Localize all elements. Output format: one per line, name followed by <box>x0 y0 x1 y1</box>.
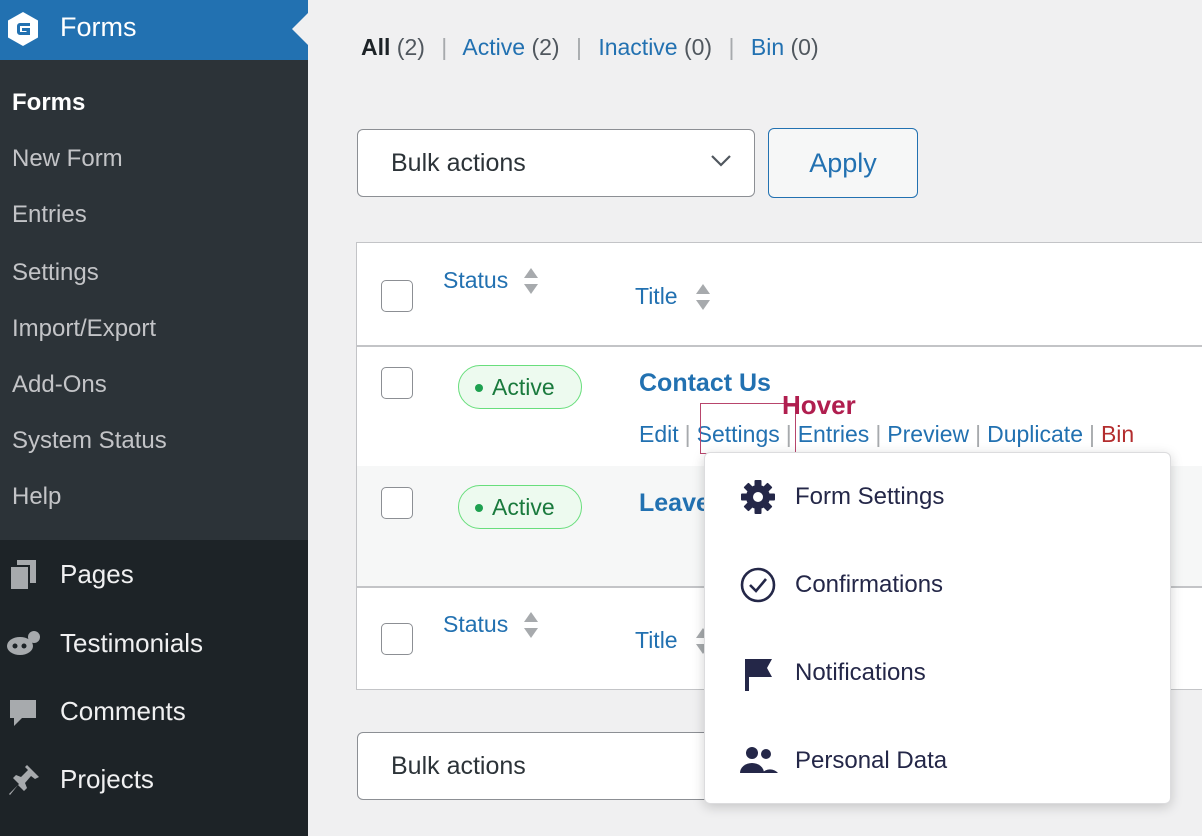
people-icon <box>740 747 778 773</box>
menu-item-form-settings[interactable]: Form Settings <box>705 453 1172 541</box>
sidebar-item-label: Projects <box>60 764 154 794</box>
filter-inactive[interactable]: Inactive <box>598 34 677 60</box>
bulk-actions-select-top[interactable]: Bulk actions <box>357 129 755 197</box>
preview-link[interactable]: Preview <box>887 421 969 447</box>
status-badge[interactable]: Active <box>458 485 582 529</box>
action-separator: | <box>1088 421 1095 447</box>
status-badge-label: Active <box>492 374 555 400</box>
flag-icon <box>745 659 772 691</box>
sidebar-item-label: Testimonials <box>60 628 204 658</box>
select-all-checkbox[interactable] <box>381 280 413 312</box>
sort-icon <box>524 268 538 294</box>
filter-count: (2) <box>531 34 560 60</box>
select-all-checkbox[interactable] <box>381 623 413 655</box>
menu-item-label: Form Settings <box>795 483 945 510</box>
status-dot <box>475 504 483 512</box>
column-footer-title[interactable]: Title <box>635 625 678 655</box>
sidebar-item-testimonials[interactable]: Testimonials <box>0 610 308 678</box>
sidebar-item-projects[interactable]: Projects <box>0 746 308 814</box>
status-badge-label: Active <box>492 494 555 520</box>
settings-dropdown-menu: Form Settings Confirmations Notification… <box>704 452 1171 804</box>
bulk-actions-select-bottom[interactable]: Bulk actions <box>357 732 755 800</box>
form-title-link[interactable]: Leave <box>639 488 710 518</box>
edit-link[interactable]: Edit <box>639 421 679 447</box>
submenu-item-settings[interactable]: Settings <box>12 258 99 288</box>
pages-icon <box>9 560 36 591</box>
column-header-title[interactable]: Title <box>635 281 678 311</box>
entries-link[interactable]: Entries <box>798 421 870 447</box>
action-separator: | <box>875 421 882 447</box>
sidebar-item-comments[interactable]: Comments <box>0 678 308 746</box>
sidebar-item-label: Pages <box>60 559 134 589</box>
sidebar-item-forms[interactable]: Forms <box>0 0 308 60</box>
row-checkbox[interactable] <box>381 487 413 519</box>
filter-active[interactable]: Active <box>462 34 525 60</box>
apply-button[interactable]: Apply <box>768 128 918 198</box>
bulk-actions-value: Bulk actions <box>391 149 526 177</box>
action-separator: | <box>975 421 982 447</box>
submenu-item-help[interactable]: Help <box>12 482 61 512</box>
pin-icon <box>9 765 39 795</box>
chevron-down-icon <box>711 155 731 167</box>
filter-bin[interactable]: Bin <box>751 34 784 60</box>
duplicate-link[interactable]: Duplicate <box>987 421 1083 447</box>
menu-item-confirmations[interactable]: Confirmations <box>705 541 1172 629</box>
filter-separator: | <box>441 34 448 60</box>
filter-separator: | <box>728 34 735 60</box>
forms-submenu: Forms New Form Entries Settings Import/E… <box>0 60 308 540</box>
sidebar-item-pages[interactable]: Pages <box>0 541 308 609</box>
gravity-forms-logo-icon <box>8 12 38 46</box>
hover-annotation-label: Hover <box>782 390 856 420</box>
menu-item-label: Confirmations <box>795 571 944 598</box>
menu-item-personal-data[interactable]: Personal Data <box>705 717 1172 805</box>
current-menu-pointer <box>292 13 308 45</box>
menu-item-notifications[interactable]: Notifications <box>705 629 1172 717</box>
submenu-item-system-status[interactable]: System Status <box>12 426 167 456</box>
submenu-item-forms[interactable]: Forms <box>12 88 85 118</box>
check-circle-icon <box>740 567 776 603</box>
menu-item-label: Personal Data <box>795 747 948 774</box>
comments-icon <box>10 700 36 726</box>
column-footer-status[interactable]: Status <box>443 609 508 639</box>
gear-icon <box>741 480 775 514</box>
row-checkbox[interactable] <box>381 367 413 399</box>
filter-count: (2) <box>396 34 425 60</box>
sidebar-item-label: Comments <box>60 696 186 726</box>
submenu-item-import-export[interactable]: Import/Export <box>12 314 156 344</box>
menu-item-label: Notifications <box>795 659 926 686</box>
form-title-link[interactable]: Contact Us <box>639 368 771 398</box>
filter-separator: | <box>575 34 582 60</box>
sort-icon <box>524 612 538 638</box>
sidebar-header-label: Forms <box>60 12 137 42</box>
status-badge[interactable]: Active <box>458 365 582 409</box>
submenu-item-add-ons[interactable]: Add-Ons <box>12 370 107 400</box>
sort-icon <box>696 284 710 310</box>
status-filter-links: All (2) | Active (2) | Inactive (0) | Bi… <box>361 32 819 62</box>
filter-count: (0) <box>790 34 819 60</box>
testimonials-icon <box>7 631 40 655</box>
column-header-status[interactable]: Status <box>443 265 508 295</box>
status-dot <box>475 384 483 392</box>
action-separator: | <box>684 421 691 447</box>
submenu-item-entries[interactable]: Entries <box>12 200 87 230</box>
submenu-item-new-form[interactable]: New Form <box>12 144 123 174</box>
filter-all[interactable]: All <box>361 34 390 60</box>
bin-link[interactable]: Bin <box>1101 421 1134 447</box>
bulk-actions-value: Bulk actions <box>391 752 526 780</box>
row-divider <box>357 345 1202 347</box>
filter-count: (0) <box>683 34 713 60</box>
admin-sidebar: Forms Forms New Form Entries Settings Im… <box>0 0 308 836</box>
